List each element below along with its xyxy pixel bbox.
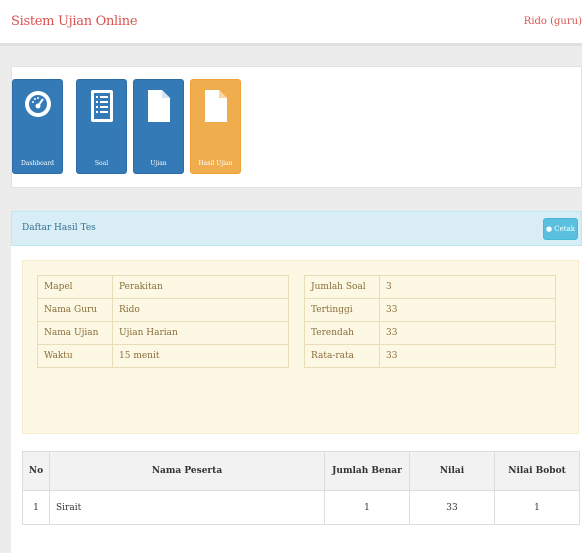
top-navbar: Sistem Ujian Online Rido (guru): [0, 0, 582, 46]
col-header-nilai: Nilai: [409, 451, 495, 491]
info-value: Ujian Harian: [112, 321, 289, 345]
exam-info-left: Mapel Perakitan Nama Guru Rido Nama Ujian U…: [37, 275, 289, 368]
cell-nama: Sirait: [49, 490, 325, 525]
col-header-jumlah-benar: Jumlah Benar: [324, 451, 410, 491]
col-header-no: No: [22, 451, 50, 491]
info-row: Nama Ujian Ujian Harian: [37, 321, 289, 345]
soal-tile[interactable]: Soal: [76, 79, 127, 174]
hasil-ujian-tile[interactable]: Hasil Ujian: [190, 79, 241, 174]
tile-label: Soal: [94, 160, 109, 167]
info-label: Mapel: [37, 275, 113, 299]
info-row: Terendah 33: [304, 321, 556, 345]
info-label: Terendah: [304, 321, 380, 345]
info-value: Perakitan: [112, 275, 289, 299]
info-value: 33: [379, 321, 556, 345]
cell-nilai-bobot: 1: [494, 490, 580, 525]
user-menu[interactable]: Rido (guru): [524, 16, 582, 27]
info-row: Mapel Perakitan: [37, 275, 289, 299]
info-label: Jumlah Soal: [304, 275, 380, 299]
app-title[interactable]: Sistem Ujian Online: [11, 14, 138, 29]
exam-info-right: Jumlah Soal 3 Tertinggi 33 Terendah 33 Rata…: [304, 275, 556, 368]
results-table: No Nama Peserta Jumlah Benar Nilai Nilai…: [22, 451, 580, 525]
info-label: Waktu: [37, 344, 113, 368]
panel-heading: Daftar Hasil Tes ● Cetak: [11, 211, 582, 246]
print-icon: ●: [545, 225, 553, 233]
info-label: Nama Guru: [37, 298, 113, 322]
info-row: Nama Guru Rido: [37, 298, 289, 322]
info-value: Rido: [112, 298, 289, 322]
menu-panel: Dashboard Soal Ujian Hasil Ujian: [11, 66, 582, 188]
print-button-label: Cetak: [554, 225, 576, 233]
info-value: 3: [379, 275, 556, 299]
info-value: 33: [379, 298, 556, 322]
col-header-nilai-bobot: Nilai Bobot: [494, 451, 580, 491]
col-header-nama: Nama Peserta: [49, 451, 325, 491]
info-row: Tertinggi 33: [304, 298, 556, 322]
info-label: Tertinggi: [304, 298, 380, 322]
table-row: 1 Sirait 1 33 1: [22, 490, 580, 525]
ujian-tile[interactable]: Ujian: [133, 79, 184, 174]
tile-label: Ujian: [150, 160, 167, 167]
panel-title: Daftar Hasil Tes: [22, 223, 96, 233]
file-icon: [147, 89, 171, 127]
info-label: Rata-rata: [304, 344, 380, 368]
dashboard-tile[interactable]: Dashboard: [12, 79, 63, 174]
list-icon: [90, 89, 114, 127]
tile-label: Hasil Ujian: [198, 160, 233, 167]
tile-label: Dashboard: [20, 160, 55, 167]
cell-no: 1: [22, 490, 50, 525]
exam-info-box: Mapel Perakitan Nama Guru Rido Nama Ujian U…: [22, 260, 579, 434]
info-row: Waktu 15 menit: [37, 344, 289, 368]
print-button[interactable]: ● Cetak: [543, 218, 578, 240]
info-label: Nama Ujian: [37, 321, 113, 345]
cell-nilai: 33: [409, 490, 495, 525]
table-header-row: No Nama Peserta Jumlah Benar Nilai Nilai…: [22, 451, 580, 491]
info-value: 15 menit: [112, 344, 289, 368]
dashboard-icon: [23, 89, 53, 123]
info-row: Rata-rata 33: [304, 344, 556, 368]
info-value: 33: [379, 344, 556, 368]
results-panel: Daftar Hasil Tes ● Cetak Mapel Perakitan …: [11, 211, 582, 553]
file-icon: [204, 89, 228, 127]
cell-jumlah-benar: 1: [324, 490, 410, 525]
info-row: Jumlah Soal 3: [304, 275, 556, 299]
